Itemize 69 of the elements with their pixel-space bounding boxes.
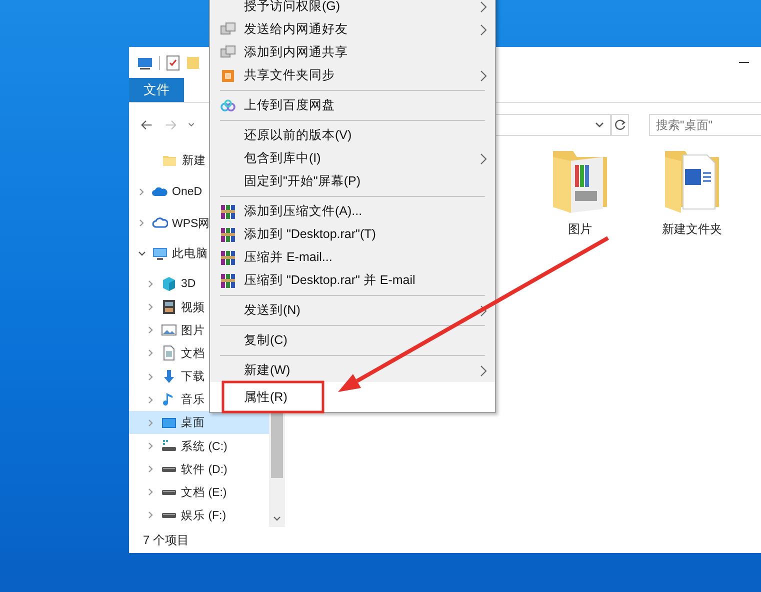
nav-item[interactable]: WPS网	[172, 216, 210, 231]
drive-icon	[162, 466, 176, 472]
nav-item: 桌面	[181, 416, 205, 430]
menu-item[interactable]: 包含到库中(I)	[212, 147, 493, 170]
archive-books-icon	[220, 272, 236, 288]
chevron-right-icon	[480, 364, 486, 376]
menu-item[interactable]: 发送到(N)	[212, 299, 493, 322]
archive-books-icon	[220, 250, 236, 266]
chevron-down-icon	[594, 122, 604, 128]
nav-item[interactable]: 文档 (E:)	[181, 484, 227, 500]
file-name[interactable]: 图片	[568, 221, 592, 238]
chevron-right-icon	[480, 152, 486, 164]
menu-item[interactable]: 固定到"开始"屏幕(P)	[212, 170, 493, 193]
menu-item[interactable]: 添加到压缩文件(A)...	[212, 200, 493, 223]
nav-item[interactable]: 软件 (D:)	[181, 462, 228, 477]
nav-item[interactable]: 下载	[181, 369, 205, 384]
refresh-button[interactable]	[610, 114, 629, 136]
forward-arrow-icon	[164, 119, 176, 131]
item-count: 7 个项目	[142, 532, 190, 548]
document-icon	[161, 345, 177, 362]
nav-item[interactable]: 此电脑	[172, 246, 208, 262]
folder-icon	[186, 54, 200, 70]
monitor-icon	[137, 56, 153, 70]
menu-item[interactable]: 添加到内网通共享	[212, 41, 493, 64]
menu-item[interactable]: 压缩并 E-mail...	[212, 246, 493, 269]
monitor-icon	[152, 246, 168, 262]
drive-icon	[162, 512, 176, 518]
chevron-right-icon	[480, 0, 486, 12]
ribbon-tab[interactable]: 文件	[129, 78, 184, 102]
computer-share-icon	[220, 22, 236, 38]
menu-item[interactable]: 压缩到 "Desktop.rar" 并 E-mail	[212, 269, 493, 292]
nav-item[interactable]: 图片	[181, 322, 205, 338]
cloud-icon	[220, 98, 236, 112]
menu-item[interactable]: 复制(C)	[212, 329, 493, 352]
selected-nav-row[interactable]: 桌面	[129, 411, 269, 434]
nav-item[interactable]: 新建	[182, 153, 206, 168]
back-arrow-icon	[141, 119, 152, 131]
archive-books-icon	[220, 226, 236, 242]
nav-item[interactable]: OneD	[172, 186, 202, 198]
chevron-right-icon	[480, 304, 486, 316]
chevron-right-icon	[480, 24, 486, 36]
picture-icon	[161, 322, 177, 338]
nav-item[interactable]: 3D	[181, 278, 196, 290]
search-field[interactable]: 搜索"桌面"	[649, 114, 761, 136]
nav-item[interactable]: 娱乐 (F:)	[181, 508, 226, 523]
menu-item[interactable]: 添加到 "Desktop.rar"(T)	[212, 223, 493, 246]
menu-item[interactable]: 新建(W)	[212, 359, 493, 382]
menu-item[interactable]: 还原以前的版本(V)	[212, 124, 493, 147]
cube-icon	[161, 276, 177, 292]
archive-books-icon	[220, 204, 236, 220]
nav-item[interactable]: 音乐	[181, 392, 205, 408]
chevron-right-icon	[480, 70, 486, 82]
nav-item[interactable]: 系统 (C:)	[181, 438, 228, 454]
nav-item[interactable]: 视频	[181, 300, 205, 315]
film-icon	[161, 299, 177, 316]
refresh-icon	[614, 119, 626, 131]
chevron-down-icon	[273, 516, 281, 522]
download-icon	[161, 368, 177, 385]
nav-item[interactable]: 文档	[181, 346, 205, 361]
checklist-icon	[166, 54, 180, 70]
computer-share-icon	[220, 44, 236, 60]
menu-item[interactable]: 属性(R)	[210, 382, 495, 412]
chevron-down-icon	[188, 122, 195, 128]
menu-item[interactable]: 发送给内网通好友	[212, 18, 493, 41]
sync-badge-icon	[221, 68, 235, 82]
drive-icon	[162, 490, 176, 495]
file-name[interactable]: 新建文件夹	[662, 221, 722, 238]
menu-item[interactable]: 共享文件夹同步	[212, 64, 493, 87]
menu-item[interactable]: 上传到百度网盘	[212, 94, 493, 117]
